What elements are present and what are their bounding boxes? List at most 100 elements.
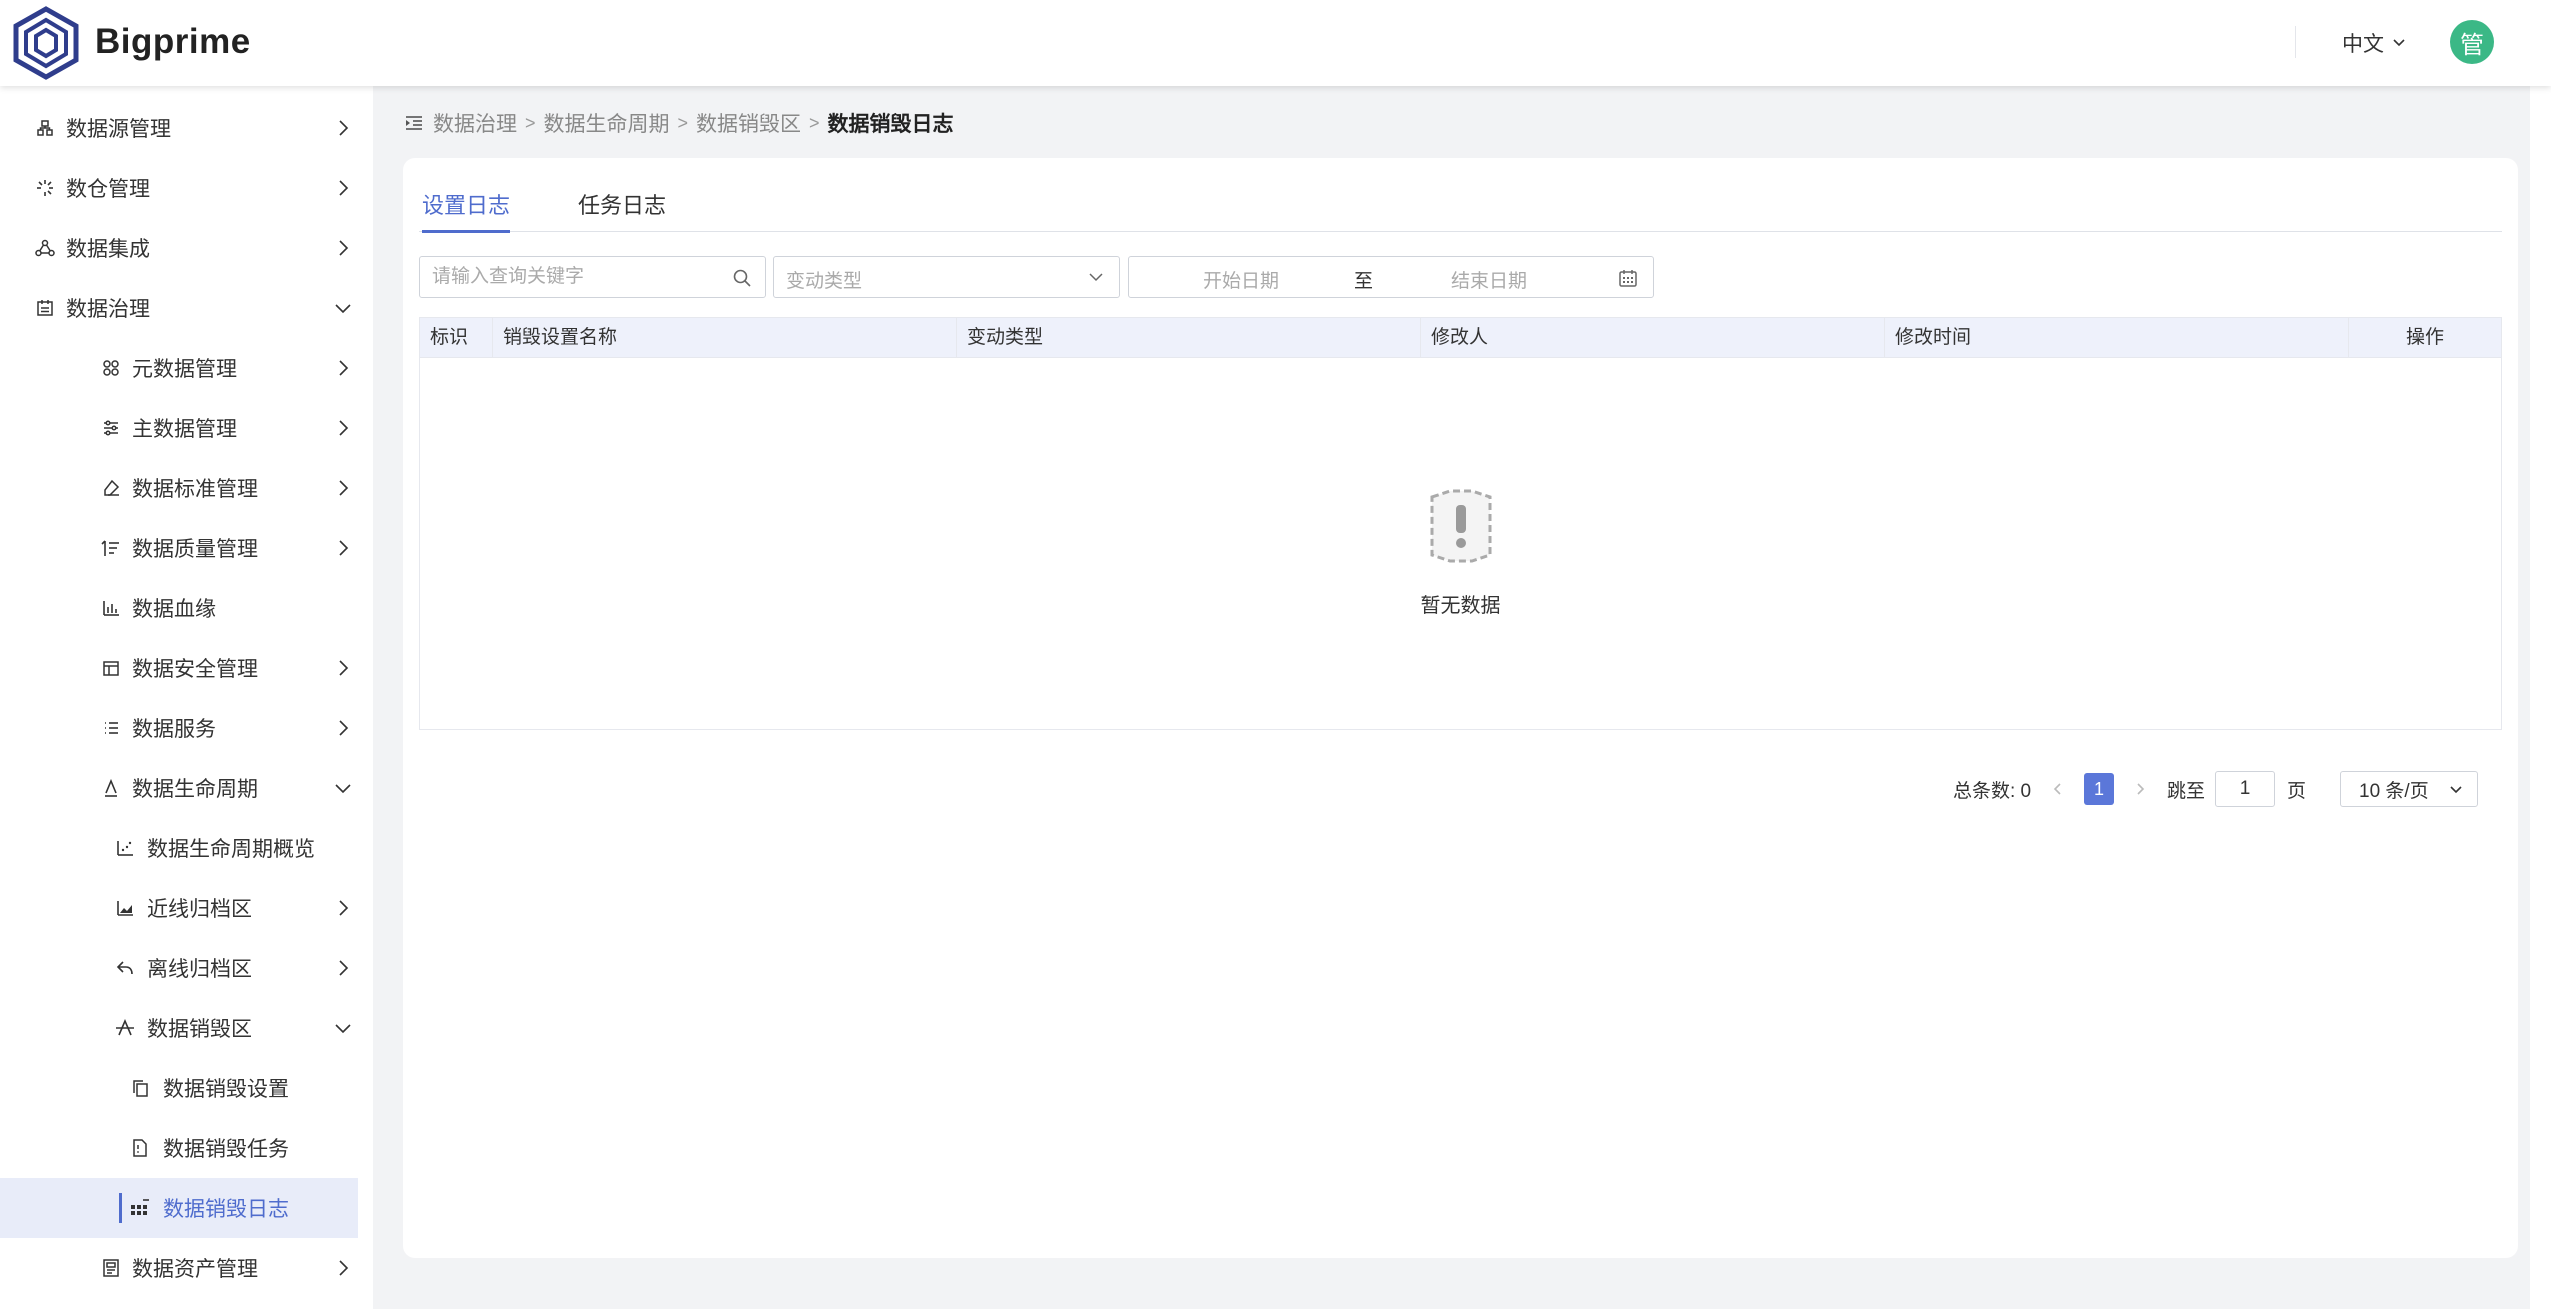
total-count: 总条数: 0	[1953, 780, 2032, 802]
end-date-input[interactable]: 结束日期	[1451, 266, 1527, 293]
sidebar-item-destroy[interactable]: 数据销毁区	[0, 998, 358, 1058]
chevron-down-icon	[2450, 786, 2462, 794]
tab-task-log[interactable]: 任务日志	[578, 188, 666, 232]
sidebar-item-masterdata[interactable]: 主数据管理	[0, 398, 358, 458]
breadcrumb-item[interactable]: 数据销毁区	[696, 108, 801, 138]
search-icon[interactable]	[732, 268, 752, 288]
chevron-right-icon	[339, 180, 349, 196]
chevron-right-icon	[339, 360, 349, 376]
quality-icon	[100, 537, 122, 559]
calendar-icon[interactable]	[1618, 268, 1638, 288]
tab-settings-log[interactable]: 设置日志	[422, 188, 511, 233]
destroy-icon	[114, 1017, 136, 1039]
sidebar-item-label: 数据销毁任务	[163, 1138, 289, 1161]
sidebar-item-label: 数据安全管理	[132, 658, 258, 681]
sidebar-item-destroy-task[interactable]: 数据销毁任务	[0, 1118, 358, 1178]
governance-icon	[34, 297, 56, 319]
column-header-modifier: 修改人	[1421, 318, 1885, 358]
nearline-icon	[114, 897, 136, 919]
sidebar-item-governance[interactable]: 数据治理	[0, 278, 358, 338]
sidebar-item-label: 数据血缘	[132, 598, 216, 621]
chevron-right-icon	[339, 480, 349, 496]
user-avatar[interactable]: 管	[2450, 20, 2494, 64]
breadcrumb-item[interactable]: 数据治理	[433, 108, 517, 138]
brand-name: Bigprime	[95, 22, 251, 61]
offline-icon	[114, 957, 136, 979]
empty-state: 暂无数据	[420, 483, 2501, 618]
page-size-select[interactable]: 10 条/页	[2340, 771, 2478, 807]
prev-page-button[interactable]	[2043, 771, 2073, 807]
bigprime-logo-icon[interactable]	[12, 6, 80, 80]
sidebar-item-lineage[interactable]: 数据血缘	[0, 578, 358, 638]
column-header-id: 标识	[420, 318, 493, 358]
page-suffix: 页	[2287, 780, 2307, 802]
menu-indent-icon[interactable]	[405, 114, 423, 132]
page-scrollbar-track[interactable]	[2530, 86, 2551, 1309]
breadcrumb: 数据治理 > 数据生命周期 > 数据销毁区 > 数据销毁日志	[405, 108, 954, 138]
active-indicator	[119, 1193, 122, 1223]
chevron-down-icon	[2393, 39, 2405, 47]
sidebar-item-label: 离线归档区	[147, 958, 252, 981]
language-select[interactable]: 中文	[2342, 28, 2406, 58]
column-header-setting-name: 销毁设置名称	[493, 318, 957, 358]
sidebar-item-nearline[interactable]: 近线归档区	[0, 878, 358, 938]
sidebar-item-label: 数据服务	[132, 718, 216, 741]
sidebar-item-warehouse[interactable]: 数仓管理	[0, 158, 358, 218]
chevron-down-icon	[335, 304, 351, 314]
sidebar-item-label: 数仓管理	[66, 178, 150, 201]
asset-icon	[100, 1257, 122, 1279]
sidebar-item-lifecycle-overview[interactable]: 数据生命周期概览	[0, 818, 358, 878]
keyword-search-input[interactable]	[420, 257, 720, 297]
chevron-right-icon	[339, 540, 349, 556]
sidebar-item-asset[interactable]: 数据资产管理	[0, 1238, 358, 1298]
column-header-modified-time: 修改时间	[1885, 318, 2349, 358]
sidebar-item-destroy-settings[interactable]: 数据销毁设置	[0, 1058, 358, 1118]
breadcrumb-current: 数据销毁日志	[827, 113, 954, 136]
sidebar-item-destroy-log[interactable]: 数据销毁日志	[0, 1178, 358, 1238]
page-size-label: 10 条/页	[2359, 780, 2429, 802]
column-header-change-type: 变动类型	[957, 318, 1421, 358]
date-range-picker[interactable]: 开始日期 至 结束日期	[1128, 256, 1654, 298]
chevron-right-icon	[2137, 783, 2145, 795]
page-jump-input[interactable]	[2215, 771, 2275, 807]
document-icon	[129, 1137, 151, 1159]
chevron-right-icon	[339, 240, 349, 256]
sidebar-item-service[interactable]: 数据服务	[0, 698, 358, 758]
integration-icon	[34, 237, 56, 259]
change-type-select[interactable]: 变动类型	[773, 256, 1120, 298]
lifecycle-icon	[100, 777, 122, 799]
sidebar-item-quality[interactable]: 数据质量管理	[0, 518, 358, 578]
sidebar-item-standard[interactable]: 数据标准管理	[0, 458, 358, 518]
log-table: 标识 销毁设置名称 变动类型 修改人 修改时间 操作 暂无数据	[419, 317, 2502, 730]
start-date-input[interactable]: 开始日期	[1203, 266, 1279, 293]
breadcrumb-item[interactable]: 数据生命周期	[544, 108, 670, 138]
sidebar-item-label: 数据集成	[66, 238, 150, 261]
sidebar-item-security[interactable]: 数据安全管理	[0, 638, 358, 698]
chevron-right-icon	[339, 420, 349, 436]
sidebar-item-label: 数据源管理	[66, 118, 171, 141]
sidebar: 数据源管理 数仓管理 数据集成 数据治理 元数据管理 主数据管理 数据标准管理 …	[0, 86, 373, 1309]
page-button-current[interactable]: 1	[2084, 773, 2114, 805]
sidebar-item-metadata[interactable]: 元数据管理	[0, 338, 358, 398]
sidebar-item-label: 数据资产管理	[132, 1258, 258, 1281]
standard-icon	[100, 477, 122, 499]
sidebar-item-integration[interactable]: 数据集成	[0, 218, 358, 278]
security-icon	[100, 657, 122, 679]
breadcrumb-separator-icon: >	[809, 112, 820, 133]
breadcrumb-separator-icon: >	[677, 112, 689, 133]
sidebar-item-label: 元数据管理	[132, 358, 237, 381]
sidebar-item-label: 数据生命周期概览	[147, 838, 315, 861]
log-icon	[129, 1197, 151, 1219]
chevron-left-icon	[2053, 783, 2061, 795]
lineage-icon	[100, 597, 122, 619]
sidebar-item-lifecycle[interactable]: 数据生命周期	[0, 758, 358, 818]
keyword-search-field	[419, 256, 766, 298]
empty-data-icon	[1430, 489, 1491, 563]
sidebar-item-offline[interactable]: 离线归档区	[0, 938, 358, 998]
next-page-button[interactable]	[2125, 771, 2155, 807]
sidebar-item-label: 数据质量管理	[132, 538, 258, 561]
sidebar-item-datasource[interactable]: 数据源管理	[0, 98, 358, 158]
sidebar-item-label: 数据销毁日志	[163, 1198, 289, 1221]
service-icon	[100, 717, 122, 739]
sidebar-item-label: 数据生命周期	[132, 778, 258, 801]
